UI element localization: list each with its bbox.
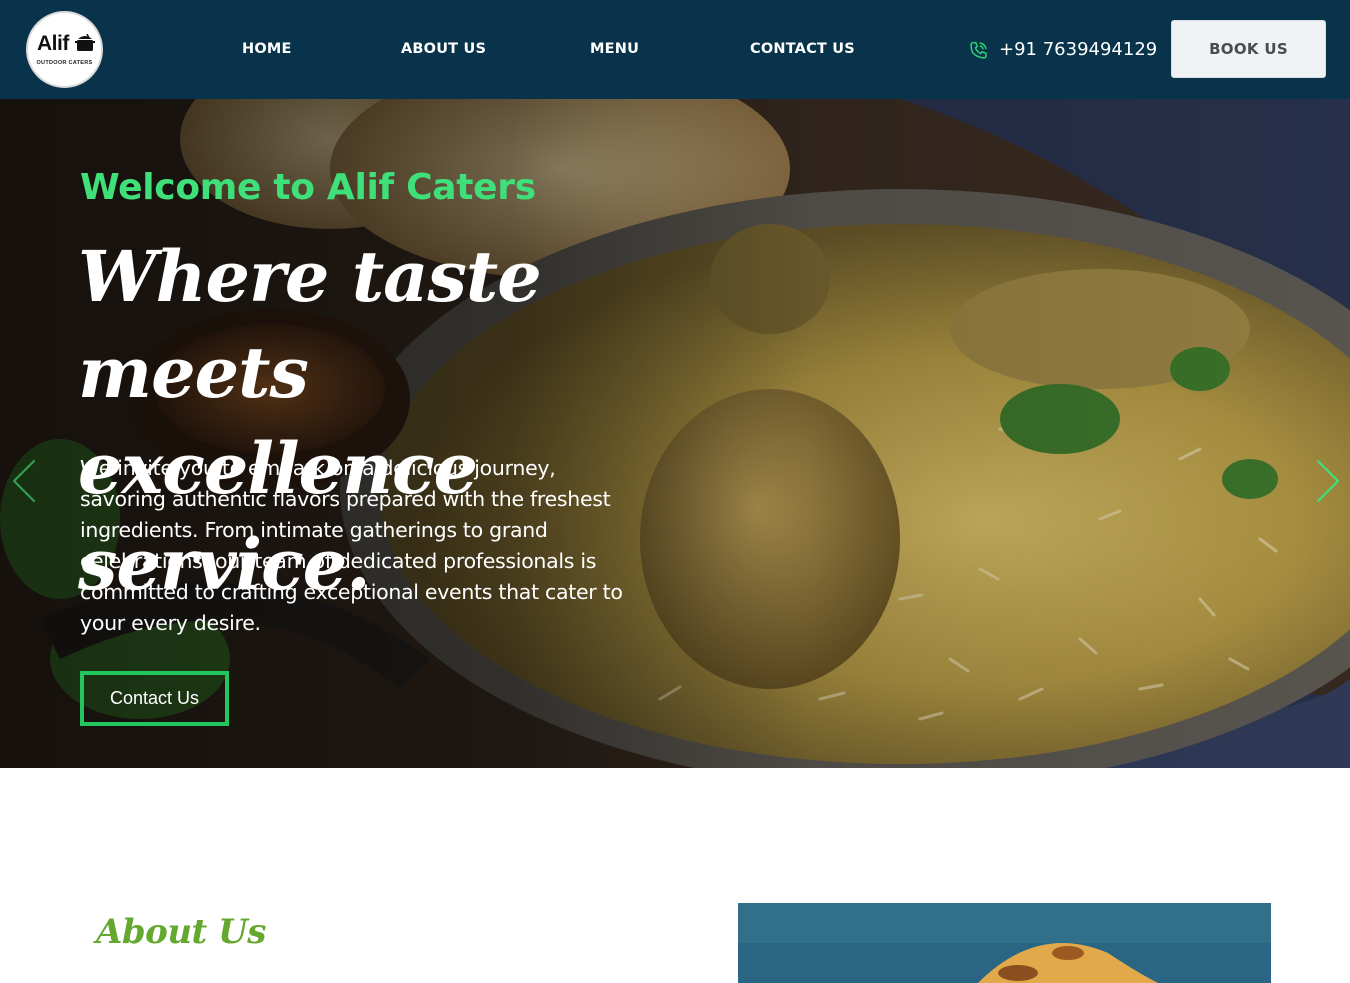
cooking-pot-icon [75, 34, 95, 51]
hero-slider: Welcome to Alif Caters Where taste meets… [0, 99, 1350, 768]
site-header: Alif OUTDOOR CATERS HOME ABOUT US MENU C… [0, 0, 1350, 99]
phone-icon [970, 41, 987, 59]
about-heading: About Us [96, 912, 266, 952]
about-food-image [738, 903, 1271, 983]
nav-menu[interactable]: MENU [590, 41, 639, 57]
chevron-left-icon[interactable] [10, 457, 38, 505]
phone-number-link[interactable]: +91 7639494129 [999, 39, 1157, 60]
nav-about-us[interactable]: ABOUT US [401, 41, 486, 57]
brand-logo[interactable]: Alif OUTDOOR CATERS [26, 11, 103, 88]
nav-home[interactable]: HOME [242, 41, 292, 57]
about-image-graphic [738, 903, 1271, 983]
logo-wordmark: Alif [37, 32, 69, 55]
chevron-right-icon[interactable] [1314, 457, 1342, 505]
hero-welcome: Welcome to Alif Caters [80, 167, 536, 208]
hero-intro-text: We invite you to embark on a delicious j… [80, 456, 623, 635]
nav-contact-us[interactable]: CONTACT US [750, 41, 855, 57]
book-us-button[interactable]: BOOK US [1171, 20, 1326, 78]
tagline-line-1: Where taste meets [78, 235, 542, 414]
logo-tagline: OUTDOOR CATERS [36, 60, 93, 66]
contact-us-button[interactable]: Contact Us [80, 671, 229, 726]
